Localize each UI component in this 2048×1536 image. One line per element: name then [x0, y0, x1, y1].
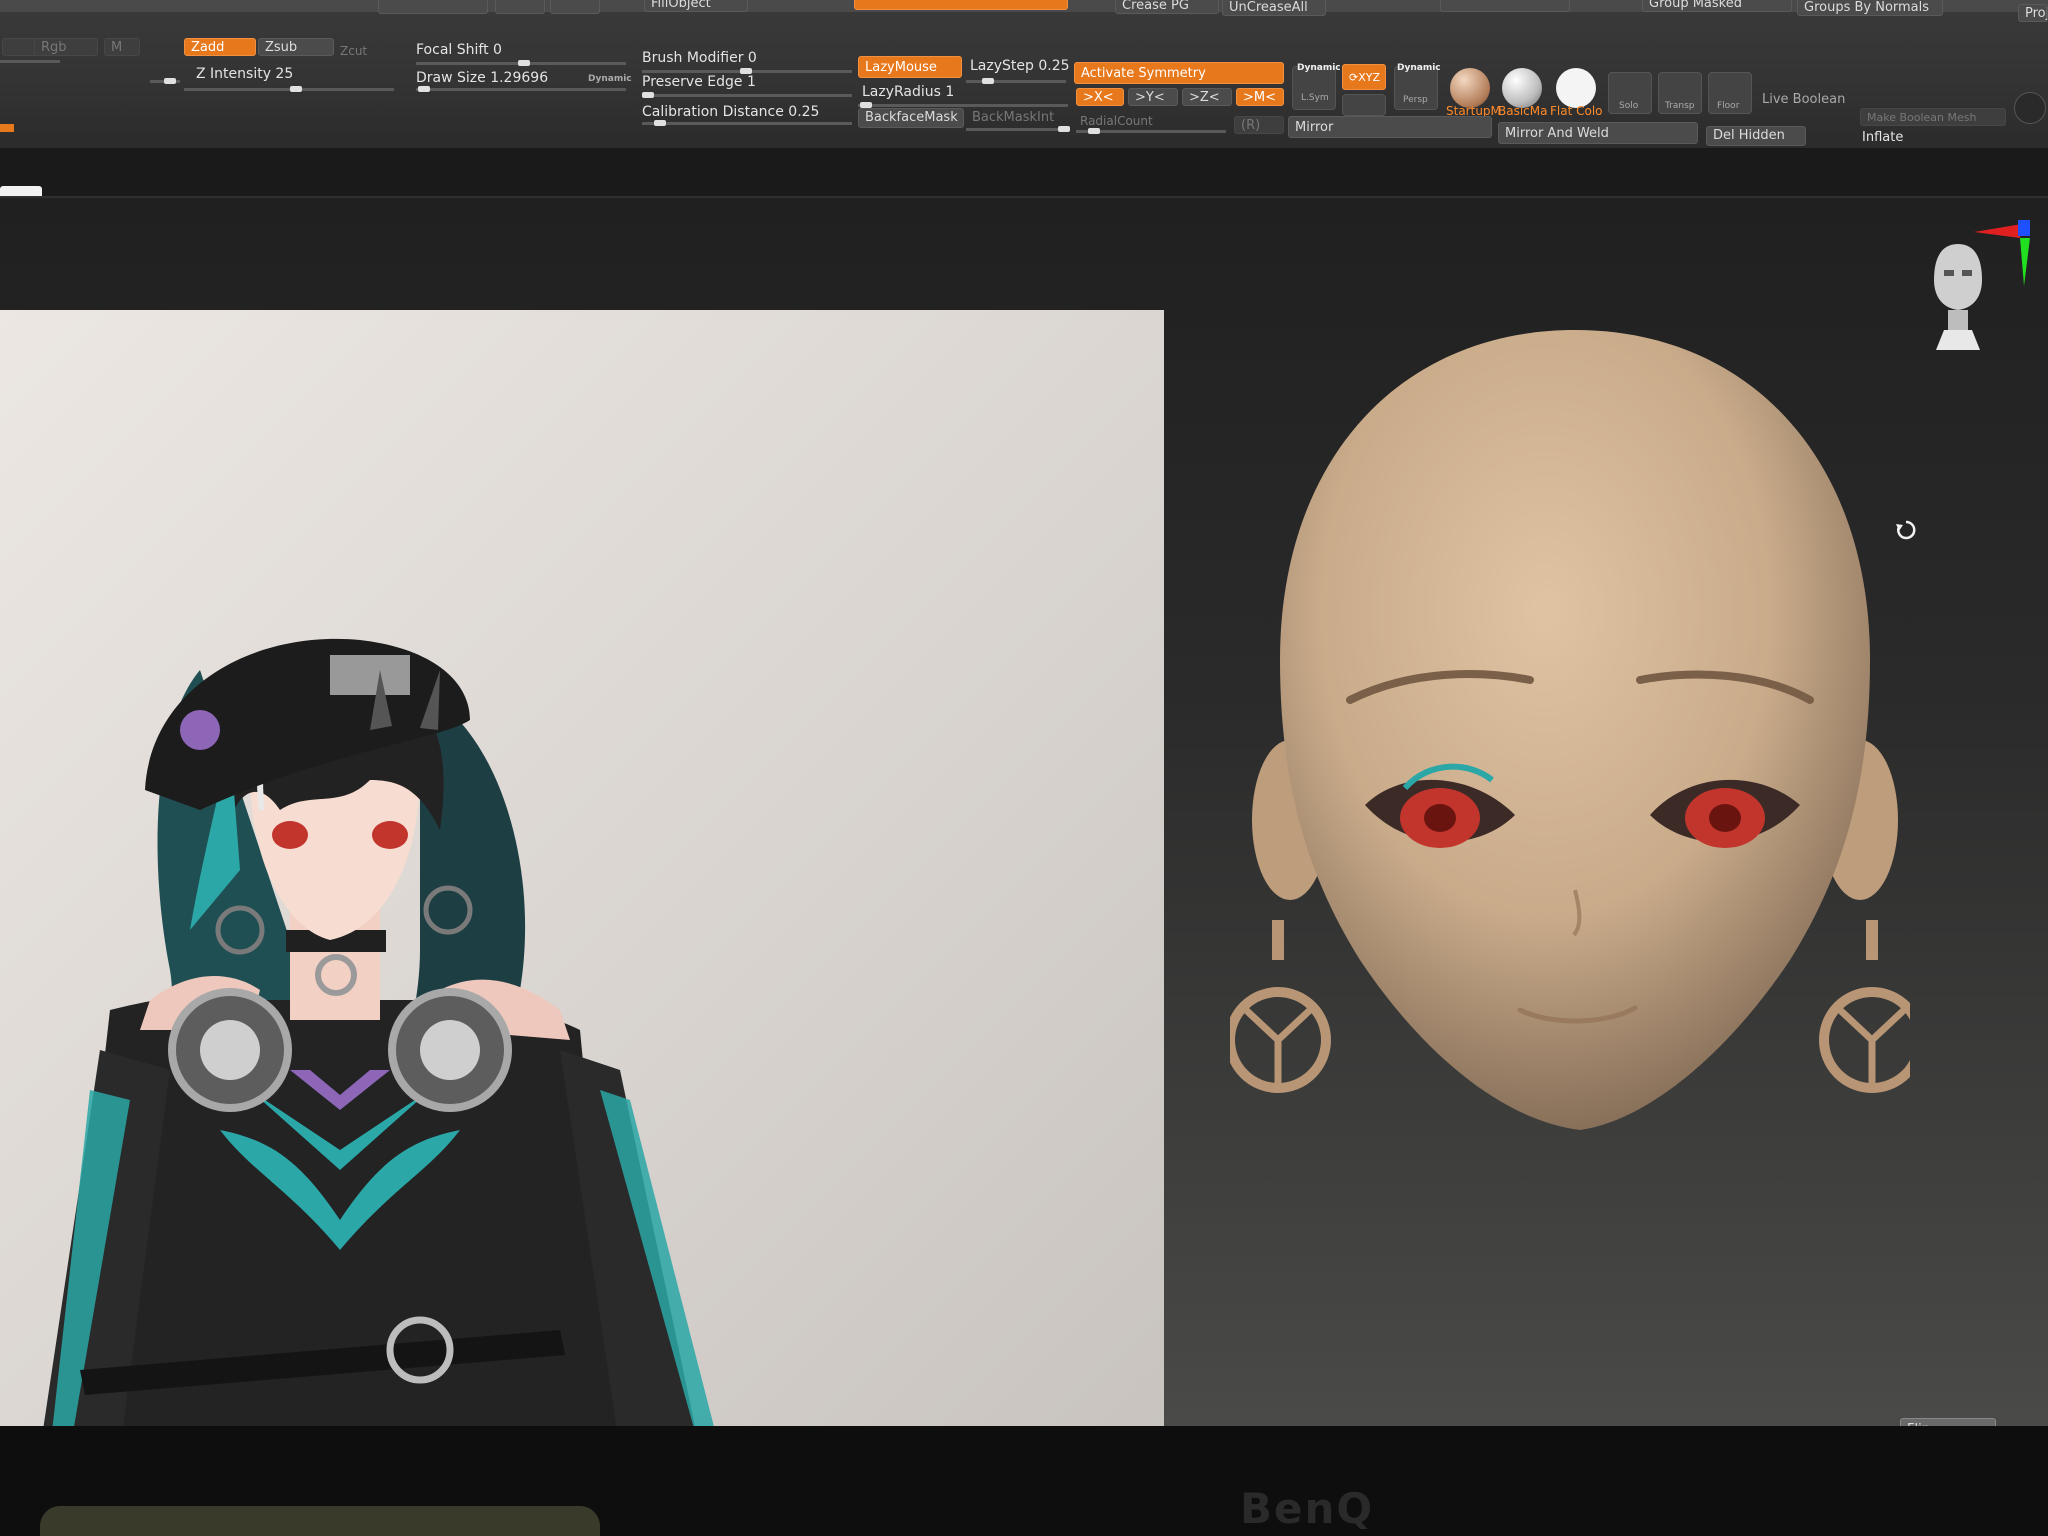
dynamic-size-toggle[interactable]: Dynamic	[588, 74, 632, 84]
monitor-bezel: BenQ	[0, 1426, 2048, 1536]
sym-y-button[interactable]: >Y<	[1128, 88, 1178, 106]
monitor-brand-logo: BenQ	[1240, 1484, 1375, 1533]
z-intensity-label: Z Intensity 25	[196, 66, 294, 82]
inflate-label: Inflate	[1862, 130, 1904, 145]
unlabeled-top-button-3[interactable]	[550, 0, 600, 14]
dynamic-persp-label: Dynamic	[1397, 63, 1441, 73]
del-hidden-button[interactable]: Del Hidden	[1706, 126, 1806, 146]
left-edge-marker	[0, 124, 14, 132]
transp-label: Transp	[1665, 101, 1695, 111]
floor-label: Floor	[1717, 101, 1740, 111]
activate-symmetry-button[interactable]: Activate Symmetry	[1074, 62, 1284, 84]
backmask-int-label: BackMaskInt	[972, 110, 1055, 125]
calibration-distance-slider[interactable]	[642, 120, 852, 126]
sym-z-button[interactable]: >Z<	[1182, 88, 1232, 106]
draw-size-slider[interactable]	[416, 86, 626, 92]
lazy-radius-label: LazyRadius 1	[862, 84, 955, 100]
calibration-distance-label: Calibration Distance 0.25	[642, 104, 820, 120]
flat-color-material-sphere[interactable]	[1556, 68, 1596, 108]
flat-color-material-label: Flat Colo	[1550, 104, 1603, 118]
persp-label: Persp	[1403, 95, 1428, 105]
zcut-label[interactable]: Zcut	[340, 44, 367, 58]
lazy-step-slider[interactable]	[966, 78, 1066, 84]
lazy-mouse-button[interactable]: LazyMouse	[858, 56, 962, 78]
group-masked-button[interactable]: Group Masked	[1642, 0, 1792, 12]
rotate-xyz-button[interactable]: ⟳XYZ	[1342, 64, 1386, 90]
solo-button[interactable]: Solo	[1608, 72, 1652, 114]
mirror-and-weld-button[interactable]: Mirror And Weld	[1498, 122, 1698, 144]
backmask-int-slider[interactable]	[966, 126, 1070, 132]
desk-items	[40, 1506, 600, 1536]
live-boolean-toggle[interactable]: Live Boolean	[1762, 92, 1845, 107]
dynamic-lsym-label: Dynamic	[1297, 63, 1341, 73]
fill-object-button[interactable]: FillObject	[644, 0, 748, 12]
m-button[interactable]: M	[104, 38, 140, 56]
z-intensity-slider[interactable]	[184, 86, 394, 92]
perspective-button[interactable]: Dynamic Persp	[1394, 63, 1441, 110]
zadd-button[interactable]: Zadd	[184, 38, 256, 56]
backface-mask-button[interactable]: BackfaceMask	[858, 108, 964, 128]
clay-head-sculpt[interactable]	[1230, 320, 1910, 1140]
rotate-cursor-icon	[1896, 520, 1916, 540]
round-corner-icon[interactable]	[2014, 92, 2046, 124]
startup-material-sphere[interactable]	[1450, 68, 1490, 108]
transp-button[interactable]: Transp	[1658, 72, 1702, 114]
rgb-intensity-slider[interactable]	[0, 60, 60, 63]
focal-shift-label: Focal Shift 0	[416, 42, 502, 58]
uncrease-all-button[interactable]: UnCreaseAll	[1222, 0, 1326, 16]
rgb-slider[interactable]	[150, 78, 180, 84]
radial-r-button[interactable]: (R)	[1234, 116, 1284, 134]
preserve-edge-label: Preserve Edge 1	[642, 74, 756, 90]
groups-button[interactable]	[1440, 0, 1570, 12]
axis-gizmo-icon[interactable]	[1972, 218, 2032, 288]
lazy-step-label: LazyStep 0.25	[970, 58, 1070, 74]
draw-size-label: Draw Size 1.29696	[416, 70, 549, 86]
proj-button[interactable]: Proj	[2018, 4, 2048, 22]
radial-count-slider[interactable]	[1076, 128, 1226, 134]
focal-shift-slider[interactable]	[416, 60, 626, 66]
zbrush-top-shelf: FillObject Crease PG UnCreaseAll Group M…	[0, 0, 2048, 154]
brush-modifier-slider[interactable]	[642, 68, 852, 74]
floor-button[interactable]: Floor	[1708, 72, 1752, 114]
preserve-edge-slider[interactable]	[642, 92, 852, 98]
mirror-button[interactable]: Mirror	[1288, 116, 1492, 138]
basic-material-label: BasicMa	[1498, 104, 1548, 118]
basic-material-sphere[interactable]	[1502, 68, 1542, 108]
unlabeled-top-button-2[interactable]	[495, 0, 545, 14]
zsub-button[interactable]: Zsub	[258, 38, 334, 56]
sym-x-button[interactable]: >X<	[1076, 88, 1124, 106]
rgb-button[interactable]: Rgb	[34, 38, 98, 56]
crease-pg-button[interactable]: Crease PG	[1115, 0, 1219, 14]
reference-image-plane	[0, 310, 1164, 1450]
radial-count-label: RadialCount	[1080, 114, 1153, 128]
anime-character-reference-image	[40, 638, 720, 1450]
solo-label: Solo	[1619, 101, 1639, 111]
projection-toggle[interactable]	[854, 0, 1068, 10]
lazy-radius-slider[interactable]	[858, 102, 1068, 108]
groups-by-normals-button[interactable]: Groups By Normals	[1797, 0, 1943, 16]
rotate-y-button[interactable]	[1342, 94, 1386, 116]
unlabeled-top-button[interactable]	[378, 0, 488, 14]
lsym-label: L.Sym	[1301, 93, 1329, 103]
brush-modifier-label: Brush Modifier 0	[642, 50, 757, 66]
local-symmetry-button[interactable]: Dynamic L.Sym	[1292, 63, 1341, 110]
sym-m-button[interactable]: >M<	[1236, 88, 1284, 106]
make-boolean-mesh-button[interactable]: Make Boolean Mesh	[1860, 108, 2006, 126]
